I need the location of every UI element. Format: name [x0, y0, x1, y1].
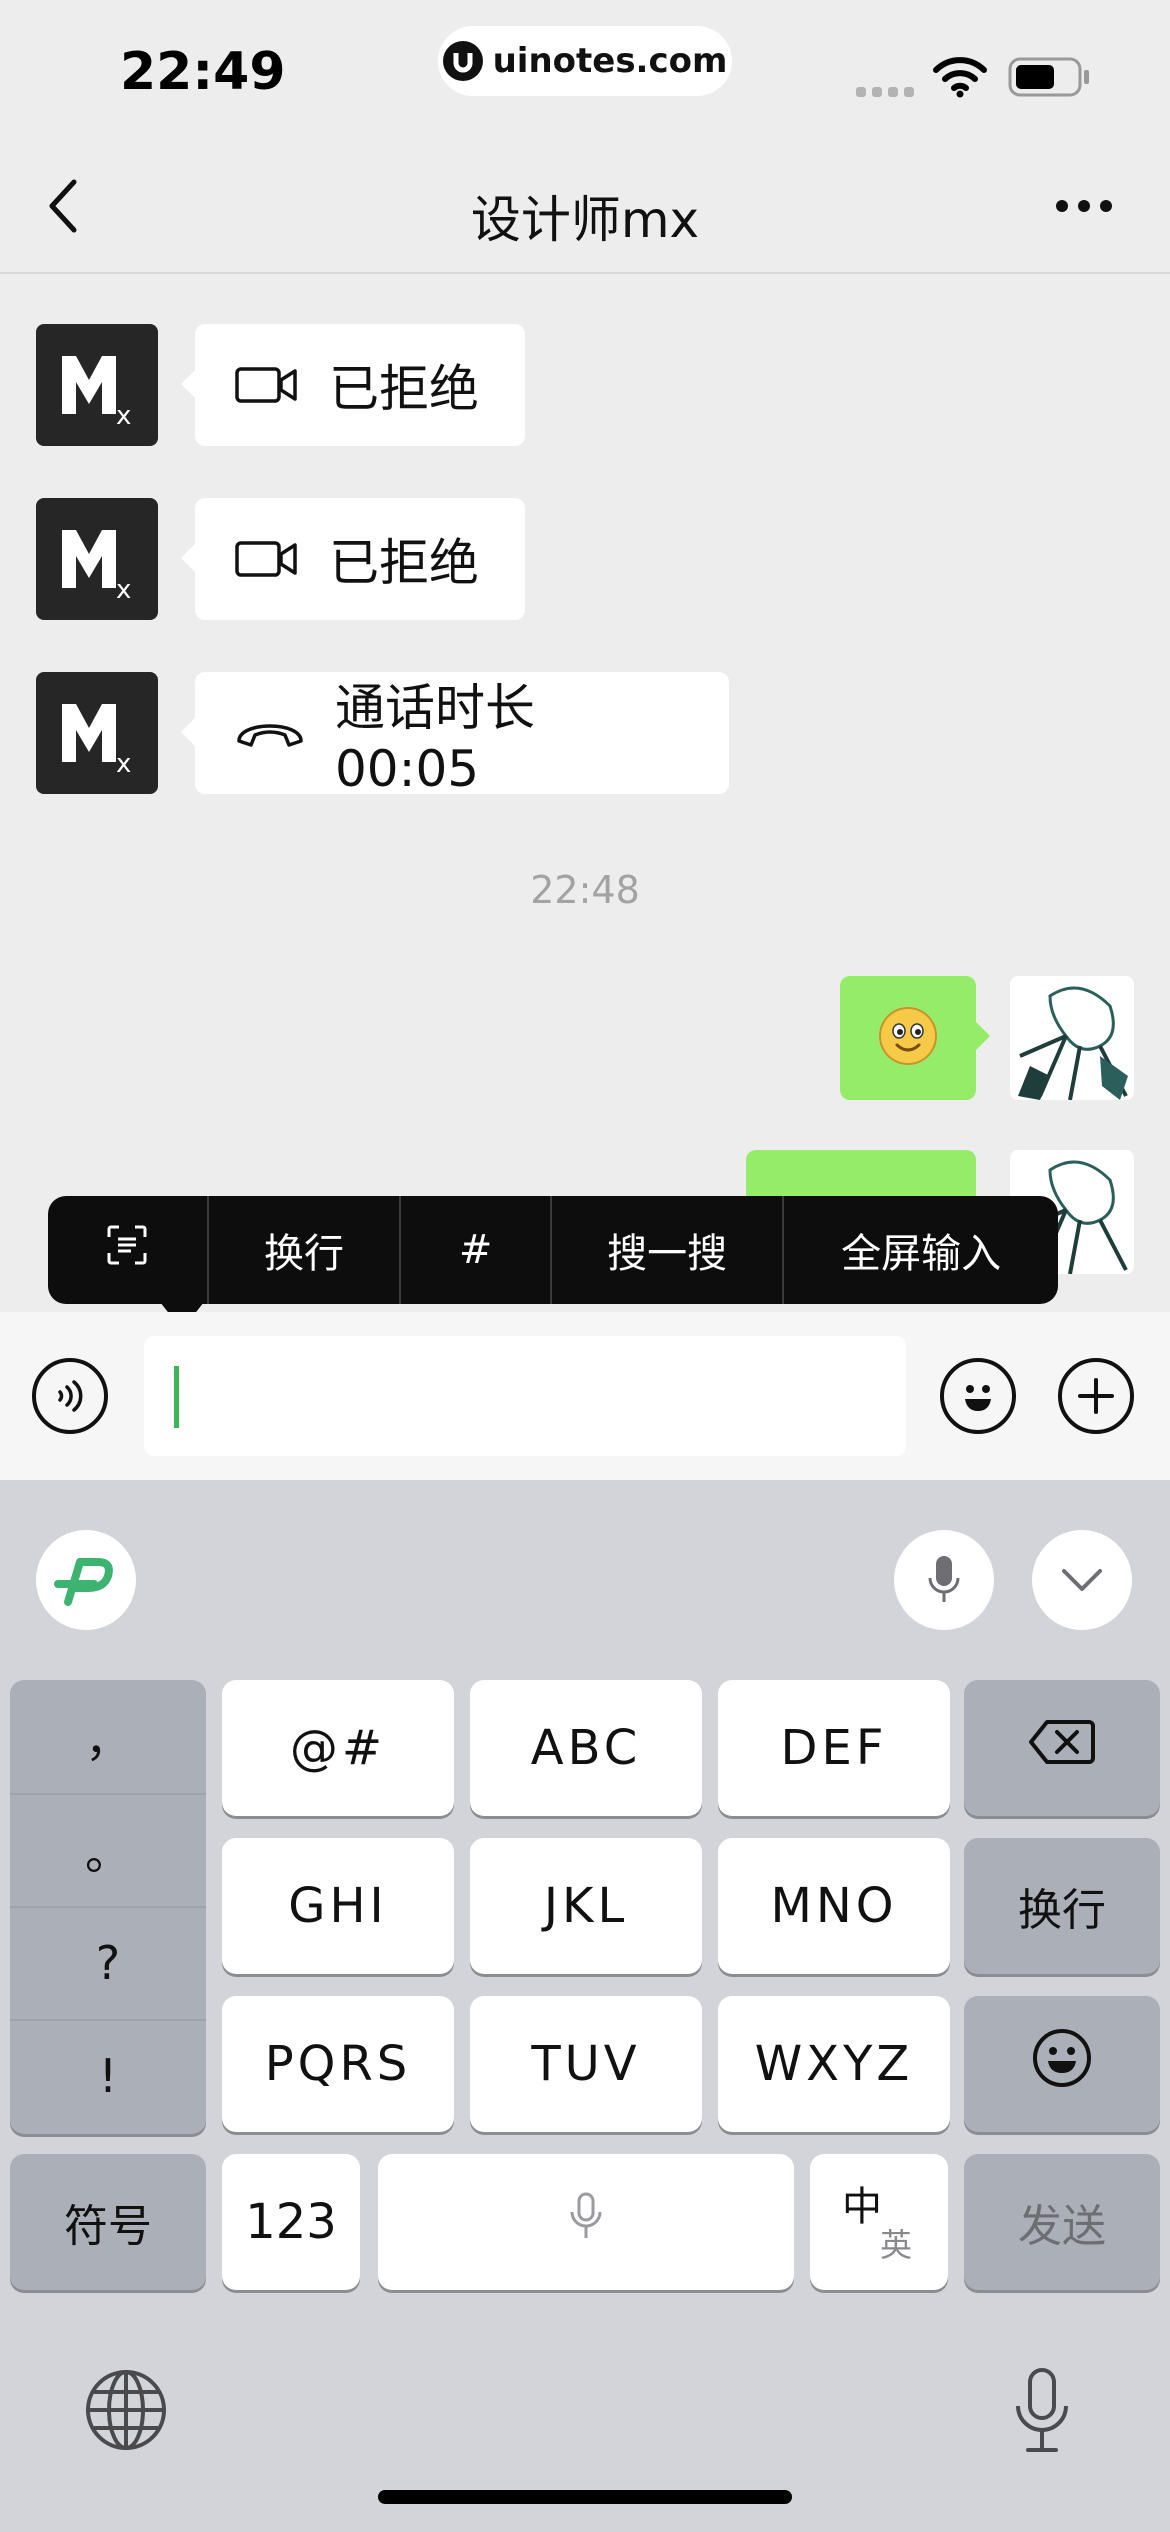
url-text: uinotes.com: [492, 41, 728, 81]
contact-avatar[interactable]: x: [36, 324, 158, 446]
globe-icon[interactable]: [84, 2368, 168, 2456]
status-time: 22:49: [120, 42, 286, 102]
chat-title: 设计师mx: [470, 191, 700, 249]
popup-fullscreen-input[interactable]: 全屏输入: [784, 1196, 1058, 1304]
lang-en-label: 英: [880, 2226, 913, 2264]
emoji-icon[interactable]: [940, 1358, 1016, 1434]
keyboard: ， 。 ? ! @# ABC DEF GHI JKL MNO PQRS TUV …: [0, 1480, 1170, 2532]
newline-key[interactable]: 换行: [964, 1838, 1160, 1974]
nav-bar: 设计师mx: [0, 140, 1170, 274]
dictation-mic-icon[interactable]: [1012, 2366, 1072, 2460]
text-scan-icon: [105, 1223, 149, 1277]
plus-icon[interactable]: [1058, 1358, 1134, 1434]
home-indicator[interactable]: [378, 2490, 792, 2504]
punct-key[interactable]: !: [10, 2019, 206, 2132]
key-tuv[interactable]: TUV: [470, 1996, 702, 2132]
message-bubble[interactable]: 已拒绝: [181, 324, 525, 446]
key-def[interactable]: DEF: [718, 1680, 950, 1816]
symbols-key[interactable]: 符号: [10, 2154, 206, 2290]
key-abc[interactable]: ABC: [470, 1680, 702, 1816]
message-text: 已拒绝: [329, 534, 479, 592]
hang-up-icon: [235, 715, 305, 751]
chevron-down-icon[interactable]: [1032, 1530, 1132, 1630]
svg-text:x: x: [116, 401, 131, 431]
popup-hashtag[interactable]: #: [401, 1196, 553, 1304]
svg-text:x: x: [116, 749, 131, 779]
space-key[interactable]: [378, 2154, 794, 2290]
url-pill[interactable]: uinotes.com: [438, 26, 732, 96]
input-popup-menu: 换行 # 搜一搜 全屏输入: [48, 1196, 1058, 1304]
voice-input-icon[interactable]: [32, 1358, 108, 1434]
punct-key[interactable]: ，: [10, 1680, 206, 1793]
key-ghi[interactable]: GHI: [222, 1838, 454, 1974]
ime-logo-icon[interactable]: [36, 1530, 136, 1630]
message-bubble-self[interactable]: [840, 976, 990, 1100]
message-input[interactable]: [144, 1336, 906, 1456]
send-key[interactable]: 发送: [964, 2154, 1160, 2290]
contact-avatar[interactable]: x: [36, 672, 158, 794]
input-bar: [0, 1312, 1170, 1480]
punct-key[interactable]: 。: [10, 1793, 206, 1906]
message-text: 通话时长 00:05: [335, 679, 535, 798]
language-switch-key[interactable]: 中 英: [810, 2154, 948, 2290]
key-symbols-at[interactable]: @#: [222, 1680, 454, 1816]
punctuation-column: ， 。 ? !: [10, 1680, 206, 2134]
key-jkl[interactable]: JKL: [470, 1838, 702, 1974]
message-bubble[interactable]: 已拒绝: [181, 498, 525, 620]
punct-key[interactable]: ?: [10, 1906, 206, 2019]
lang-zh-label: 中: [842, 2184, 882, 2230]
numbers-key[interactable]: 123: [222, 2154, 360, 2290]
backspace-key[interactable]: [964, 1680, 1160, 1816]
text-caret: [174, 1366, 179, 1428]
self-avatar[interactable]: [1010, 976, 1134, 1100]
mic-icon[interactable]: [894, 1530, 994, 1630]
site-logo-icon: [442, 41, 483, 81]
smile-emoji: [877, 1005, 939, 1071]
message-text: 已拒绝: [329, 360, 479, 418]
key-mno[interactable]: MNO: [718, 1838, 950, 1974]
svg-text:x: x: [116, 575, 131, 605]
more-dots-icon[interactable]: [1054, 198, 1114, 218]
time-divider: 22:48: [530, 868, 640, 912]
video-call-icon: [235, 539, 299, 579]
mic-icon: [566, 2188, 606, 2256]
cellular-signal-icon: [856, 84, 916, 103]
battery-icon: [1008, 56, 1092, 102]
video-call-icon: [235, 365, 299, 405]
wifi-icon: [932, 56, 988, 102]
key-wxyz[interactable]: WXYZ: [718, 1996, 950, 2132]
emoji-key[interactable]: [964, 1996, 1160, 2132]
popup-search[interactable]: 搜一搜: [552, 1196, 785, 1304]
message-bubble[interactable]: 通话时长 00:05: [181, 672, 729, 798]
backspace-icon: [1027, 1718, 1097, 1778]
emoji-icon: [1031, 2027, 1093, 2101]
status-bar: 22:49 uinotes.com: [0, 0, 1170, 140]
text-scan-button[interactable]: [48, 1196, 209, 1304]
contact-avatar[interactable]: x: [36, 498, 158, 620]
key-pqrs[interactable]: PQRS: [222, 1996, 454, 2132]
popup-newline[interactable]: 换行: [209, 1196, 402, 1304]
